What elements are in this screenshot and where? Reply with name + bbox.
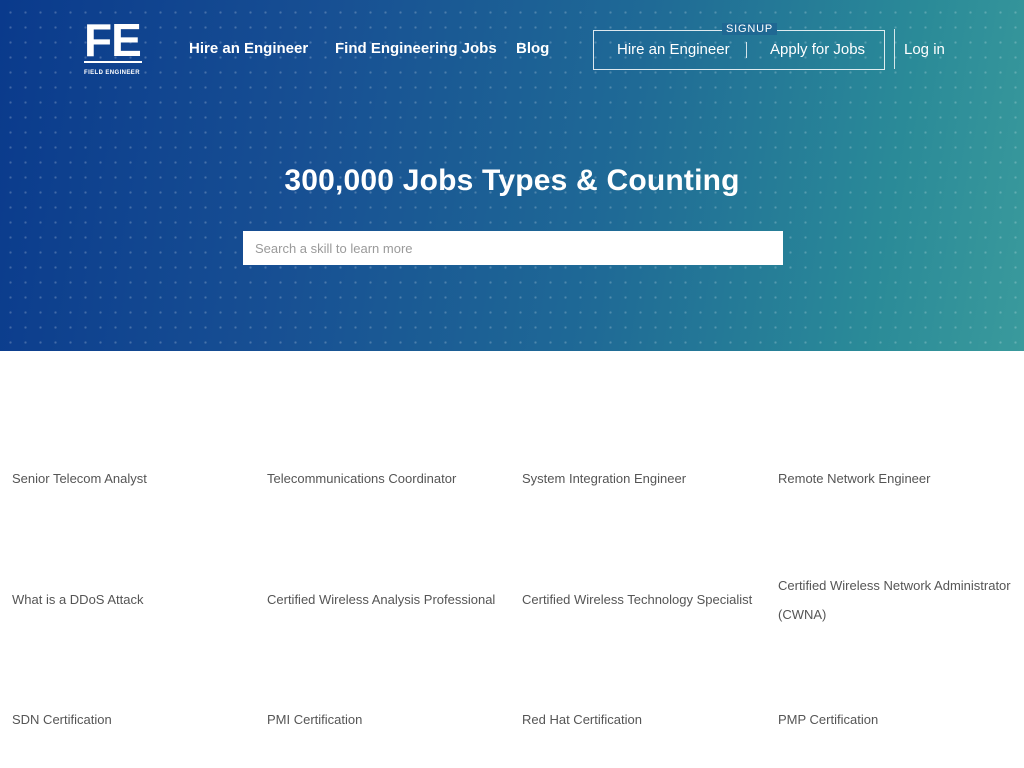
skills-grid: Senior Telecom Analyst Telecommunication… [0, 351, 1024, 768]
skill-link[interactable]: Certified Wireless Technology Specialist [522, 585, 762, 614]
skill-link[interactable]: What is a DDoS Attack [12, 585, 252, 614]
nav-hire-engineer-link[interactable]: Hire an Engineer [189, 40, 308, 57]
skill-link[interactable]: Telecommunications Coordinator [267, 464, 507, 493]
skill-link[interactable]: Certified Wireless Network Administrator… [778, 571, 1018, 629]
skill-link[interactable]: Remote Network Engineer [778, 464, 1018, 493]
logo-subtitle: FIELD ENGINEER [84, 70, 140, 76]
hero-header: FE FIELD ENGINEER Hire an Engineer Find … [0, 0, 1024, 351]
skill-link[interactable]: PMI Certification [267, 705, 507, 734]
skill-link[interactable]: PMP Certification [778, 705, 1018, 734]
signup-apply-jobs-button[interactable]: Apply for Jobs [770, 41, 865, 58]
nav-blog-link[interactable]: Blog [516, 40, 549, 57]
page-title: 300,000 Jobs Types & Counting [284, 164, 740, 197]
skill-link[interactable]: System Integration Engineer [522, 464, 762, 493]
logo-mark: FE [84, 14, 142, 66]
login-link[interactable]: Log in [904, 41, 945, 58]
skill-search-input[interactable] [243, 231, 783, 265]
signup-hire-engineer-button[interactable]: Hire an Engineer [617, 41, 730, 58]
skill-link[interactable]: SDN Certification [12, 705, 252, 734]
login-divider [894, 29, 895, 69]
signup-label: SIGNUP [722, 23, 777, 35]
nav-find-jobs-link[interactable]: Find Engineering Jobs [335, 40, 497, 57]
logo-underline [84, 61, 142, 63]
skill-link[interactable]: Senior Telecom Analyst [12, 464, 252, 493]
field-engineer-logo[interactable]: FE FIELD ENGINEER [84, 14, 144, 82]
skill-link[interactable]: Red Hat Certification [522, 705, 762, 734]
skill-link[interactable]: Certified Wireless Analysis Professional [267, 585, 507, 614]
signup-divider [746, 42, 747, 58]
